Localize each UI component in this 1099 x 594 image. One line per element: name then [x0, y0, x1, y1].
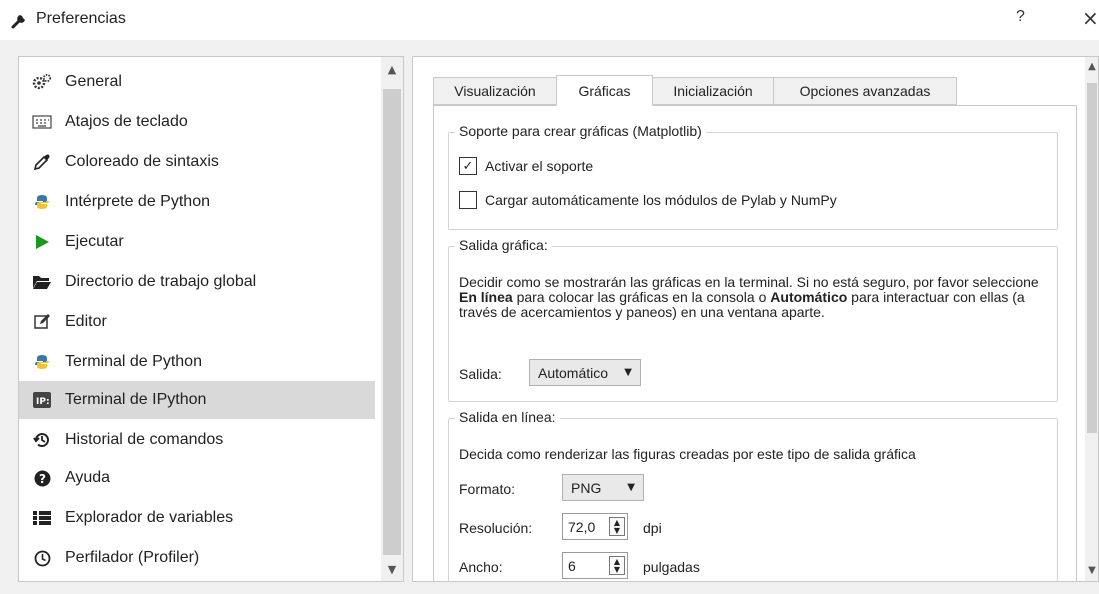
play-icon	[31, 232, 53, 252]
output-backend-dropdown[interactable]: Automático ▼	[529, 359, 641, 386]
sidebar-scrollbar[interactable]: ▲ ▼	[381, 57, 403, 581]
sidebar-item-run[interactable]: Ejecutar	[19, 223, 375, 261]
question-circle-icon: ?	[31, 468, 53, 488]
spinbox-value: 72,0	[568, 518, 596, 535]
spinner-arrows-icon[interactable]: ▲ ▼	[609, 517, 625, 536]
resolution-spinbox[interactable]: 72,0 ▲ ▼	[562, 513, 628, 540]
sidebar-item-label: Perfilador (Profiler)	[65, 549, 200, 566]
group-title: Soporte para crear gráficas (Matplotlib)	[455, 123, 706, 139]
autoload-modules-checkbox[interactable]: Cargar automáticamente los módulos de Py…	[459, 191, 837, 209]
checkbox-label: Cargar automáticamente los módulos de Py…	[485, 192, 837, 208]
sidebar-item-variable-explorer[interactable]: Explorador de variables	[19, 499, 375, 537]
sidebar-item-label: Terminal de Python	[65, 353, 202, 370]
python-icon	[31, 192, 53, 212]
inline-description: Decida como renderizar las figuras cread…	[459, 446, 916, 462]
edit-icon	[31, 312, 53, 332]
sidebar-item-label: Terminal de IPython	[65, 391, 207, 408]
sidebar-item-keyboard-shortcuts[interactable]: Atajos de teclado	[19, 103, 375, 141]
group-title: Salida gráfica:	[455, 237, 552, 253]
resolution-label: Resolución:	[459, 520, 533, 536]
sidebar-item-label: Explorador de variables	[65, 509, 234, 526]
resolution-unit: dpi	[643, 520, 662, 536]
scroll-up-icon[interactable]: ▲	[381, 63, 403, 76]
desc-text: Decidir como se mostrarán las gráficas e…	[459, 274, 1039, 290]
svg-text:?: ?	[39, 472, 46, 486]
spinbox-value: 6	[568, 557, 576, 574]
desc-bold: En línea	[459, 289, 513, 305]
width-unit: pulgadas	[643, 559, 700, 575]
chevron-down-icon: ▼	[624, 367, 632, 378]
keyboard-icon	[31, 112, 53, 132]
matplotlib-support-group: Soporte para crear gráficas (Matplotlib)…	[448, 123, 1058, 230]
scroll-up-icon[interactable]: ▲	[1085, 61, 1098, 72]
table-list-icon	[31, 508, 53, 528]
sidebar-item-ipython-console[interactable]: IP: Terminal de IPython	[19, 381, 375, 419]
sidebar-item-label: Editor	[65, 313, 107, 330]
gears-icon	[31, 72, 53, 92]
sidebar-item-label: Atajos de teclado	[65, 113, 188, 130]
scroll-down-icon[interactable]: ▼	[1085, 565, 1098, 576]
graphics-output-group: Salida gráfica: Decidir como se mostrará…	[448, 237, 1058, 402]
python-icon	[31, 352, 53, 372]
ipython-icon: IP:	[31, 390, 53, 410]
sidebar-item-label: Ayuda	[65, 469, 111, 486]
sidebar-item-history[interactable]: Historial de comandos	[19, 421, 375, 459]
sidebar-item-label: Historial de comandos	[65, 431, 224, 448]
desc-text: para colocar las gráficas en la consola …	[512, 289, 771, 305]
scrollbar-thumb[interactable]	[383, 89, 401, 555]
sidebar-item-editor[interactable]: Editor	[19, 303, 375, 341]
tab-visualizacion[interactable]: Visualización	[433, 77, 557, 105]
sidebar-item-label: Ejecutar	[65, 233, 124, 250]
sidebar-item-label: Directorio de trabajo global	[65, 273, 257, 290]
svg-text:IP:: IP:	[36, 397, 50, 407]
tab-opciones-avanzadas[interactable]: Opciones avanzadas	[773, 77, 957, 105]
width-spinbox[interactable]: 6 ▲ ▼	[562, 552, 628, 579]
history-icon	[31, 430, 53, 450]
dropdown-value: PNG	[571, 479, 602, 496]
tab-inicializacion[interactable]: Inicialización	[652, 77, 774, 105]
checkbox-label: Activar el soporte	[485, 158, 594, 174]
sidebar-item-python-interpreter[interactable]: Intérprete de Python	[19, 183, 375, 221]
output-label: Salida:	[459, 366, 502, 382]
tab-graficas[interactable]: Gráficas	[556, 75, 653, 106]
sidebar-item-label: Intérprete de Python	[65, 193, 210, 210]
scroll-down-icon[interactable]: ▼	[381, 563, 403, 576]
sidebar-item-label: General	[65, 73, 122, 90]
desc-bold: Automático	[770, 289, 848, 305]
output-description: Decidir como se mostrarán las gráficas e…	[459, 275, 1049, 320]
checkbox-box	[459, 191, 477, 209]
sidebar-item-label: Coloreado de sintaxis	[65, 153, 219, 170]
width-label: Ancho:	[459, 559, 503, 575]
inline-output-group: Salida en línea: Decida como renderizar …	[448, 409, 1058, 581]
sidebar-item-syntax-coloring[interactable]: Coloreado de sintaxis	[19, 143, 375, 181]
activate-support-checkbox[interactable]: ✓ Activar el soporte	[459, 157, 593, 175]
sidebar-item-working-directory[interactable]: Directorio de trabajo global	[19, 263, 375, 301]
help-button[interactable]: ?	[1016, 8, 1025, 26]
dropdown-value: Automático	[538, 364, 609, 381]
format-label: Formato:	[459, 481, 516, 497]
eyedropper-icon	[31, 152, 53, 172]
checkmark-icon: ✓	[459, 157, 477, 175]
format-dropdown[interactable]: PNG ▼	[562, 474, 644, 501]
title-bar: Preferencias ? ×	[0, 0, 1099, 40]
group-title: Salida en línea:	[455, 409, 560, 425]
sidebar-item-profiler[interactable]: Perfilador (Profiler)	[19, 539, 375, 577]
window-title: Preferencias	[36, 10, 126, 27]
sidebar-item-general[interactable]: General	[19, 63, 375, 101]
settings-panel: Visualización Gráficas Inicialización Op…	[412, 56, 1099, 582]
settings-scrollbar[interactable]: ▲ ▼	[1085, 57, 1098, 581]
clock-icon	[31, 548, 53, 568]
folder-icon	[31, 272, 53, 292]
graficas-tab-content: Soporte para crear gráficas (Matplotlib)…	[433, 105, 1077, 581]
preferences-sidebar: General Atajos de teclado Coloreado de s…	[18, 56, 404, 582]
sidebar-item-help[interactable]: ? Ayuda	[19, 459, 375, 497]
chevron-down-icon: ▼	[627, 482, 635, 493]
scrollbar-thumb[interactable]	[1087, 83, 1097, 433]
close-button[interactable]: ×	[1082, 6, 1099, 30]
spinner-arrows-icon[interactable]: ▲ ▼	[609, 556, 625, 575]
sidebar-item-python-console[interactable]: Terminal de Python	[19, 343, 375, 381]
wrench-icon	[11, 15, 25, 29]
